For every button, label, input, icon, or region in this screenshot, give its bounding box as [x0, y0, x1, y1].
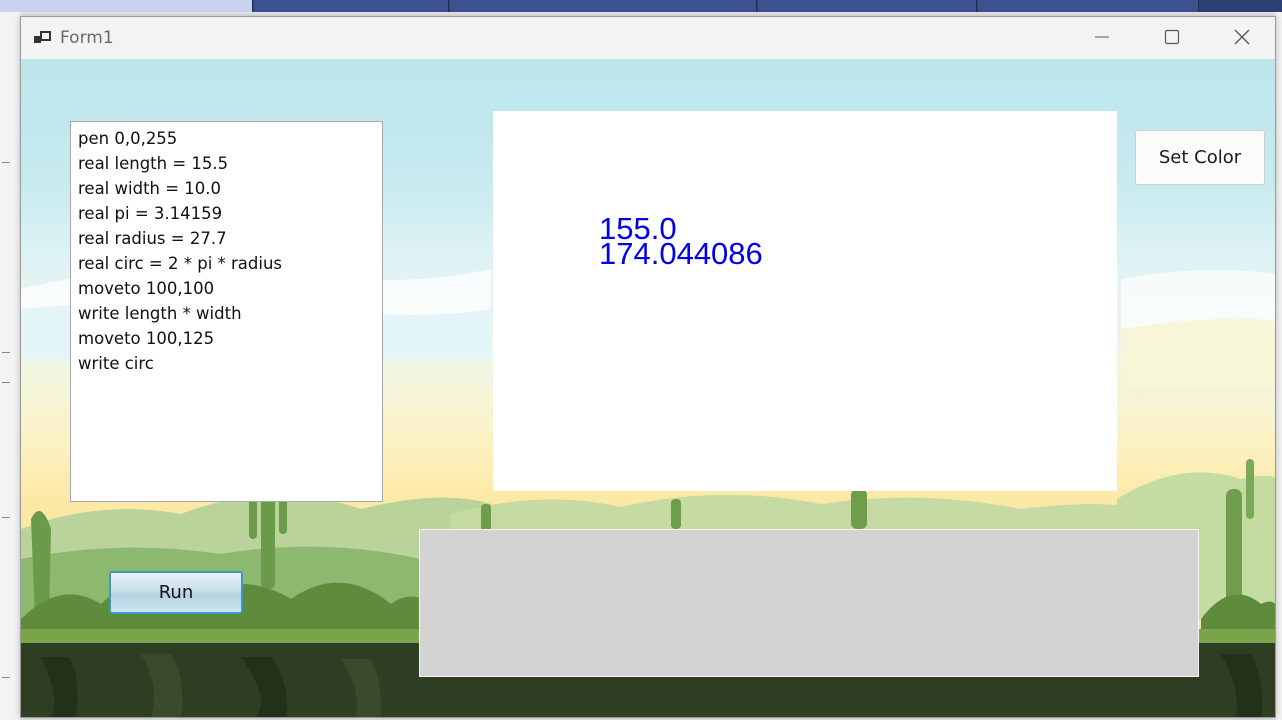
minimize-button[interactable]: [1067, 17, 1137, 57]
app-icon: [34, 30, 52, 46]
title-bar[interactable]: Form1: [21, 17, 1275, 59]
code-line: pen 0,0,255: [78, 129, 178, 148]
code-line: write circ: [78, 354, 154, 373]
code-editor[interactable]: pen 0,0,255 real length = 15.5 real widt…: [70, 121, 383, 502]
code-line: moveto 100,125: [78, 329, 215, 348]
set-color-button[interactable]: Set Color: [1135, 130, 1265, 185]
code-line: real radius = 27.7: [78, 229, 227, 248]
code-line: write length * width: [78, 304, 242, 323]
form-window: Form1 pen 0,0,255 real length = 15.5 rea…: [20, 16, 1276, 718]
ide-left-gutter: [0, 12, 20, 720]
output-panel: [419, 529, 1199, 677]
drawing-canvas[interactable]: 155.0 174.044086: [493, 111, 1117, 491]
ide-tab[interactable]: [450, 0, 757, 12]
maximize-icon: [1164, 29, 1180, 45]
run-button[interactable]: Run: [109, 571, 243, 614]
code-line: real width = 10.0: [78, 179, 222, 198]
code-line: real circ = 2 * pi * radius: [78, 254, 283, 273]
maximize-button[interactable]: [1137, 17, 1207, 57]
code-line: real pi = 3.14159: [78, 204, 223, 223]
ide-right-gutter: [1276, 12, 1282, 720]
ide-tab[interactable]: [254, 0, 449, 12]
window-title: Form1: [60, 28, 114, 48]
close-button[interactable]: [1207, 17, 1277, 57]
ide-tab-strip: [0, 0, 1282, 12]
close-icon: [1234, 29, 1250, 45]
canvas-output-text: 174.044086: [599, 236, 763, 271]
code-line: moveto 100,100: [78, 279, 215, 298]
minimize-icon: [1094, 29, 1110, 45]
code-line: real length = 15.5: [78, 154, 229, 173]
form-client-area: pen 0,0,255 real length = 15.5 real widt…: [21, 59, 1275, 717]
ide-tab[interactable]: [0, 0, 253, 12]
ide-tab[interactable]: [758, 0, 977, 12]
ide-tab[interactable]: [978, 0, 1199, 12]
